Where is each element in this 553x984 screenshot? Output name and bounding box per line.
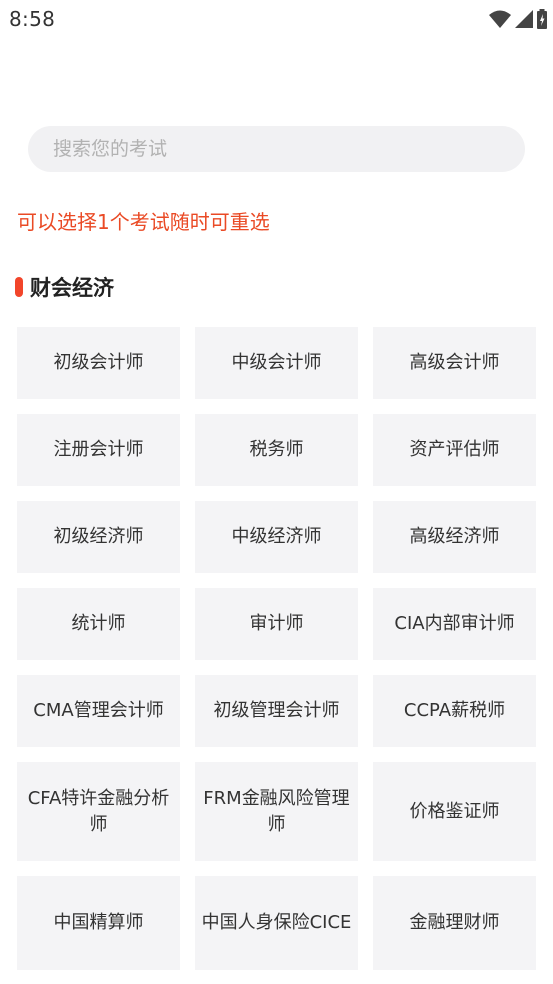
status-icons	[489, 8, 547, 30]
exam-option[interactable]: 价格鉴证师	[373, 762, 536, 861]
exam-option[interactable]: 高级经济师	[373, 501, 536, 573]
exam-option[interactable]: 统计师	[17, 588, 180, 660]
exam-option[interactable]: 注册会计师	[17, 414, 180, 486]
exam-option[interactable]: 中级经济师	[195, 501, 358, 573]
exam-selection-screen: 8:58 可以选择1个考试随时可重选 财会经济 初级会计师 中级会计师 高级会计…	[0, 0, 553, 984]
exam-option[interactable]: 高级会计师	[373, 327, 536, 399]
exam-option[interactable]: 初级管理会计师	[195, 675, 358, 747]
cellular-signal-icon	[515, 10, 533, 28]
exam-option[interactable]: 资产评估师	[373, 414, 536, 486]
exam-grid: 初级会计师 中级会计师 高级会计师 注册会计师 税务师 资产评估师 初级经济师 …	[17, 327, 536, 970]
exam-option[interactable]: 税务师	[195, 414, 358, 486]
section-header: 财会经济	[15, 274, 114, 300]
exam-option[interactable]: CFA特许金融分析师	[17, 762, 180, 861]
selection-hint: 可以选择1个考试随时可重选	[17, 210, 270, 234]
exam-option[interactable]: 初级会计师	[17, 327, 180, 399]
exam-option[interactable]: 金融理财师	[373, 876, 536, 970]
search-input[interactable]	[51, 137, 525, 161]
exam-option[interactable]: 中级会计师	[195, 327, 358, 399]
exam-option[interactable]: CMA管理会计师	[17, 675, 180, 747]
wifi-icon	[489, 10, 511, 28]
status-bar: 8:58	[0, 0, 553, 38]
section-accent-bar	[15, 277, 23, 297]
status-time: 8:58	[9, 7, 56, 31]
exam-option[interactable]: 审计师	[195, 588, 358, 660]
section-title: 财会经济	[30, 276, 114, 300]
exam-option[interactable]: CCPA薪税师	[373, 675, 536, 747]
exam-option[interactable]: FRM金融风险管理师	[195, 762, 358, 861]
battery-charging-icon	[537, 9, 547, 29]
exam-option[interactable]: CIA内部审计师	[373, 588, 536, 660]
search-bar[interactable]	[28, 126, 525, 172]
exam-option[interactable]: 中国精算师	[17, 876, 180, 970]
exam-option[interactable]: 初级经济师	[17, 501, 180, 573]
exam-option[interactable]: 中国人身保险CICE	[195, 876, 358, 970]
